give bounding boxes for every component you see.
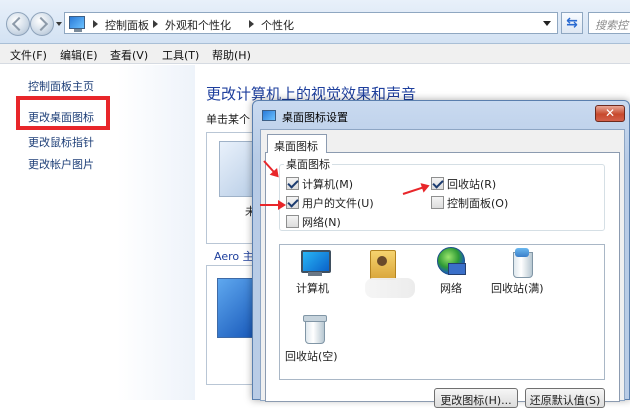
aero-theme-heading: Aero 主: [214, 250, 254, 263]
user-folder-label-redacted: [365, 278, 415, 298]
checkbox-control-panel[interactable]: [431, 196, 444, 209]
path-box[interactable]: 控制面板 外观和个性化 个性化: [64, 12, 558, 34]
restore-default-button[interactable]: 还原默认值(S): [525, 388, 605, 408]
computer-icon[interactable]: [298, 248, 332, 280]
aero-theme-list[interactable]: [206, 265, 259, 385]
menu-bar: 文件(F) 编辑(E) 查看(V) 工具(T) 帮助(H): [0, 44, 630, 64]
address-bar: 控制面板 外观和个性化 个性化 ⇆ 搜索控: [0, 0, 630, 44]
breadcrumb-separator-icon[interactable]: [249, 20, 254, 28]
annotation-arrow: [260, 200, 286, 210]
sidebar-item-home[interactable]: 控制面板主页: [28, 78, 94, 94]
group-label: 桌面图标: [284, 156, 332, 172]
refresh-icon[interactable]: ⇆: [561, 12, 583, 34]
menu-edit[interactable]: 编辑(E): [60, 47, 98, 63]
recycle-bin-full-icon[interactable]: [505, 248, 539, 280]
menu-view[interactable]: 查看(V): [110, 47, 148, 63]
breadcrumb-appearance[interactable]: 外观和个性化: [165, 17, 231, 33]
dialog-icon: [262, 110, 276, 121]
recycle-bin-empty-icon[interactable]: [297, 314, 331, 346]
checkbox-network[interactable]: [286, 215, 299, 228]
icon-label-network[interactable]: 网络: [440, 280, 462, 296]
search-input[interactable]: 搜索控: [588, 12, 630, 34]
user-folder-icon[interactable]: [366, 248, 400, 280]
sidebar-item-change-account-picture[interactable]: 更改帐户图片: [28, 156, 94, 172]
icon-label-computer[interactable]: 计算机: [296, 280, 329, 296]
breadcrumb-separator-icon[interactable]: [93, 20, 98, 28]
menu-tools[interactable]: 工具(T): [162, 47, 199, 63]
history-dropdown-icon[interactable]: [56, 22, 62, 26]
checkbox-network-label[interactable]: 网络(N): [302, 214, 341, 230]
breadcrumb-control-panel[interactable]: 控制面板: [105, 17, 149, 33]
menu-help[interactable]: 帮助(H): [212, 47, 251, 63]
menu-file[interactable]: 文件(F): [10, 47, 47, 63]
page-description: 单击某个: [206, 113, 250, 126]
checkbox-recycle-bin[interactable]: [431, 177, 444, 190]
breadcrumb-personalization[interactable]: 个性化: [261, 17, 294, 33]
highlight-box: [16, 96, 110, 130]
forward-button[interactable]: [30, 12, 54, 36]
control-panel-icon: [69, 16, 85, 32]
checkbox-user-files[interactable]: [286, 196, 299, 209]
checkbox-user-files-label[interactable]: 用户的文件(U): [302, 195, 374, 211]
checkbox-computer-label[interactable]: 计算机(M): [302, 176, 353, 192]
checkbox-control-panel-label[interactable]: 控制面板(O): [447, 195, 508, 211]
icon-label-recycle-bin-full[interactable]: 回收站(满): [491, 280, 544, 296]
chevron-down-icon[interactable]: [543, 21, 551, 26]
change-icon-button[interactable]: 更改图标(H)...: [434, 388, 518, 408]
network-icon[interactable]: [434, 246, 468, 278]
sidebar-item-change-mouse-pointer[interactable]: 更改鼠标指针: [28, 134, 94, 150]
checkbox-computer[interactable]: [286, 177, 299, 190]
tab-desktop-icons[interactable]: 桌面图标: [267, 134, 327, 153]
icon-label-recycle-bin-empty[interactable]: 回收站(空): [285, 348, 338, 364]
theme-list[interactable]: 未: [206, 132, 259, 244]
back-button[interactable]: [6, 12, 30, 36]
dialog-title: 桌面图标设置: [282, 111, 348, 124]
checkbox-recycle-bin-label[interactable]: 回收站(R): [447, 176, 496, 192]
close-button[interactable]: ✕: [595, 105, 625, 122]
breadcrumb-separator-icon[interactable]: [153, 20, 158, 28]
